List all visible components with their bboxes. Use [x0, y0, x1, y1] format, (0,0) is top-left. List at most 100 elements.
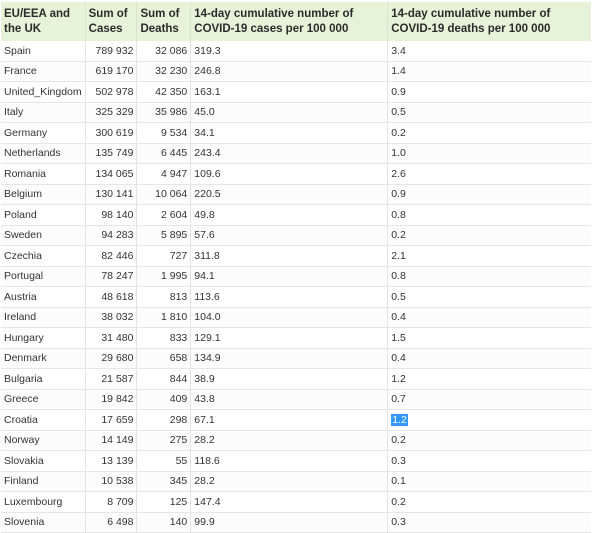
- cell-cases-rate[interactable]: 246.8: [190, 61, 389, 82]
- cell-cases-rate[interactable]: 147.4: [190, 491, 389, 513]
- cell-deaths[interactable]: 275: [136, 430, 192, 451]
- cell-deaths-rate[interactable]: 0.8: [387, 204, 591, 226]
- cell-cases[interactable]: 14 149: [85, 430, 138, 451]
- cell-country[interactable]: Norway: [1, 430, 86, 451]
- header-deaths[interactable]: Sum of Deaths: [136, 2, 192, 41]
- cell-cases-rate[interactable]: 38.9: [190, 368, 389, 390]
- cell-cases[interactable]: 300 619: [85, 122, 138, 144]
- cell-cases[interactable]: 789 932: [85, 41, 138, 62]
- cell-deaths[interactable]: 6 445: [136, 143, 192, 164]
- cell-deaths-rate[interactable]: 3.4: [387, 41, 591, 62]
- cell-country[interactable]: Portugal: [1, 266, 86, 287]
- cell-country[interactable]: Greece: [1, 389, 86, 410]
- cell-cases[interactable]: 134 065: [85, 163, 138, 185]
- cell-deaths-rate[interactable]: 0.2: [387, 225, 591, 246]
- cell-cases-rate[interactable]: 243.4: [190, 143, 389, 164]
- header-cases[interactable]: Sum of Cases: [85, 2, 138, 41]
- cell-country[interactable]: Slovenia: [1, 512, 86, 533]
- cell-cases-rate[interactable]: 67.1: [190, 409, 389, 431]
- cell-deaths-rate[interactable]: 1.2: [387, 409, 591, 431]
- cell-deaths[interactable]: 55: [136, 450, 192, 472]
- cell-deaths[interactable]: 35 986: [136, 102, 192, 123]
- cell-country[interactable]: Finland: [1, 471, 86, 492]
- cell-cases[interactable]: 98 140: [85, 204, 138, 226]
- header-cases-rate[interactable]: 14-day cumulative number of COVID-19 cas…: [190, 2, 389, 41]
- cell-country[interactable]: Czechia: [1, 245, 86, 267]
- cell-country[interactable]: Bulgaria: [1, 368, 86, 390]
- cell-cases-rate[interactable]: 28.2: [190, 471, 389, 492]
- cell-deaths[interactable]: 9 534: [136, 122, 192, 144]
- cell-deaths-rate[interactable]: 0.8: [387, 266, 591, 287]
- cell-cases-rate[interactable]: 319.3: [190, 41, 389, 62]
- cell-deaths-rate[interactable]: 0.2: [387, 122, 591, 144]
- cell-deaths-rate[interactable]: 1.2: [387, 368, 591, 390]
- cell-cases[interactable]: 135 749: [85, 143, 138, 164]
- cell-cases-rate[interactable]: 99.9: [190, 512, 389, 533]
- cell-deaths-rate[interactable]: 1.4: [387, 61, 591, 82]
- cell-deaths[interactable]: 125: [136, 491, 192, 513]
- cell-cases-rate[interactable]: 28.2: [190, 430, 389, 451]
- cell-cases[interactable]: 10 538: [85, 471, 138, 492]
- cell-deaths-rate[interactable]: 0.3: [387, 450, 591, 472]
- cell-deaths[interactable]: 298: [136, 409, 192, 431]
- cell-deaths[interactable]: 5 895: [136, 225, 192, 246]
- cell-country[interactable]: Poland: [1, 204, 86, 226]
- cell-cases-rate[interactable]: 49.8: [190, 204, 389, 226]
- cell-cases[interactable]: 21 587: [85, 368, 138, 390]
- cell-cases[interactable]: 82 446: [85, 245, 138, 267]
- cell-cases-rate[interactable]: 311.8: [190, 245, 389, 267]
- cell-deaths-rate[interactable]: 0.7: [387, 389, 591, 410]
- cell-cases-rate[interactable]: 104.0: [190, 307, 389, 328]
- cell-cases[interactable]: 8 709: [85, 491, 138, 513]
- cell-deaths[interactable]: 658: [136, 348, 192, 369]
- cell-deaths[interactable]: 1 995: [136, 266, 192, 287]
- cell-deaths[interactable]: 42 350: [136, 81, 192, 103]
- cell-cases[interactable]: 38 032: [85, 307, 138, 328]
- cell-country[interactable]: Luxembourg: [1, 491, 86, 513]
- cell-cases-rate[interactable]: 113.6: [190, 286, 389, 308]
- cell-cases-rate[interactable]: 129.1: [190, 327, 389, 349]
- cell-cases-rate[interactable]: 220.5: [190, 184, 389, 205]
- cell-deaths[interactable]: 10 064: [136, 184, 192, 205]
- cell-deaths[interactable]: 4 947: [136, 163, 192, 185]
- cell-cases[interactable]: 31 480: [85, 327, 138, 349]
- cell-country[interactable]: Italy: [1, 102, 86, 123]
- cell-country[interactable]: Spain: [1, 41, 86, 62]
- cell-deaths-rate[interactable]: 0.4: [387, 348, 591, 369]
- cell-deaths-rate[interactable]: 1.0: [387, 143, 591, 164]
- cell-country[interactable]: Denmark: [1, 348, 86, 369]
- cell-cases-rate[interactable]: 45.0: [190, 102, 389, 123]
- cell-cases[interactable]: 619 170: [85, 61, 138, 82]
- header-country[interactable]: EU/EEA and the UK: [1, 2, 86, 41]
- cell-deaths[interactable]: 813: [136, 286, 192, 308]
- cell-country[interactable]: Austria: [1, 286, 86, 308]
- cell-deaths-rate[interactable]: 0.2: [387, 430, 591, 451]
- cell-deaths-rate[interactable]: 0.9: [387, 81, 591, 103]
- cell-cases[interactable]: 78 247: [85, 266, 138, 287]
- cell-cases[interactable]: 6 498: [85, 512, 138, 533]
- cell-deaths[interactable]: 2 604: [136, 204, 192, 226]
- cell-deaths-rate[interactable]: 0.3: [387, 512, 591, 533]
- cell-deaths[interactable]: 140: [136, 512, 192, 533]
- header-deaths-rate[interactable]: 14-day cumulative number of COVID-19 dea…: [387, 2, 591, 41]
- cell-cases[interactable]: 19 842: [85, 389, 138, 410]
- cell-deaths-rate[interactable]: 0.5: [387, 286, 591, 308]
- cell-deaths-rate[interactable]: 1.5: [387, 327, 591, 349]
- cell-cases-rate[interactable]: 34.1: [190, 122, 389, 144]
- cell-deaths[interactable]: 727: [136, 245, 192, 267]
- cell-country[interactable]: Ireland: [1, 307, 86, 328]
- cell-deaths-rate[interactable]: 0.4: [387, 307, 591, 328]
- cell-deaths[interactable]: 32 086: [136, 41, 192, 62]
- cell-cases[interactable]: 17 659: [85, 409, 138, 431]
- cell-cases-rate[interactable]: 163.1: [190, 81, 389, 103]
- cell-deaths[interactable]: 1 810: [136, 307, 192, 328]
- cell-country[interactable]: Netherlands: [1, 143, 86, 164]
- cell-country[interactable]: Germany: [1, 122, 86, 144]
- cell-deaths-rate[interactable]: 0.2: [387, 491, 591, 513]
- cell-deaths-rate[interactable]: 0.9: [387, 184, 591, 205]
- cell-country[interactable]: Croatia: [1, 409, 86, 431]
- cell-country[interactable]: Slovakia: [1, 450, 86, 472]
- cell-cases[interactable]: 13 139: [85, 450, 138, 472]
- cell-country[interactable]: France: [1, 61, 86, 82]
- cell-deaths[interactable]: 345: [136, 471, 192, 492]
